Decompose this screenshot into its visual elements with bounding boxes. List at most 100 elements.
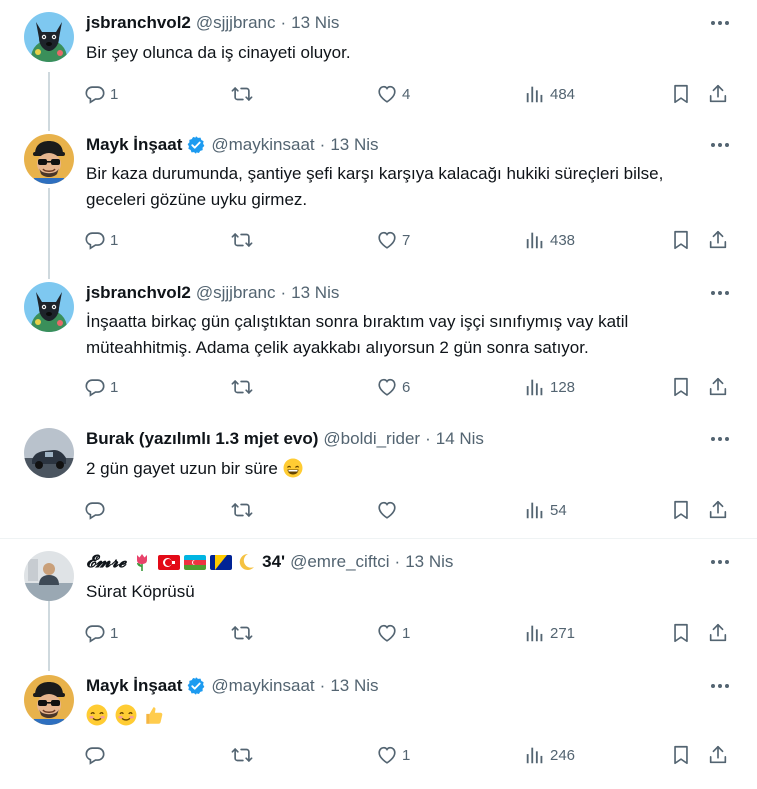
- tweet-text: [86, 704, 726, 730]
- like-button[interactable]: 7: [376, 228, 410, 252]
- like-button[interactable]: 6: [376, 375, 410, 399]
- like-icon: [376, 744, 398, 766]
- share-button[interactable]: [707, 228, 729, 252]
- author-handle[interactable]: @sjjjbranc: [196, 13, 276, 33]
- author-handle[interactable]: @emre_ciftci: [290, 552, 389, 572]
- author-name-suffix[interactable]: 34': [262, 552, 285, 572]
- share-button[interactable]: [707, 621, 729, 645]
- views-icon: [524, 622, 546, 644]
- timestamp[interactable]: 13 Nis: [405, 552, 453, 572]
- share-icon: [707, 229, 729, 251]
- author-handle[interactable]: @maykinsaat: [211, 676, 314, 696]
- azerbaijan-flag-icon: [184, 554, 207, 570]
- like-count: 1: [402, 624, 411, 642]
- timestamp[interactable]: 13 Nis: [330, 135, 378, 155]
- share-icon: [707, 499, 729, 521]
- bookmark-icon: [670, 499, 692, 521]
- share-icon: [707, 744, 729, 766]
- timestamp[interactable]: 13 Nis: [291, 283, 339, 303]
- share-button[interactable]: [707, 375, 729, 399]
- reply-icon: [84, 83, 106, 105]
- reply-button[interactable]: [84, 498, 110, 522]
- avatar[interactable]: [24, 134, 74, 184]
- timestamp[interactable]: 13 Nis: [291, 13, 339, 33]
- avatar[interactable]: [24, 551, 74, 601]
- author-name[interactable]: Mayk İnşaat: [86, 135, 182, 155]
- reply-count: 1: [110, 378, 119, 396]
- bookmark-icon: [670, 376, 692, 398]
- more-icon[interactable]: [705, 430, 735, 448]
- retweet-button[interactable]: [231, 743, 257, 767]
- views-icon: [524, 83, 546, 105]
- views-button[interactable]: 438: [524, 228, 575, 252]
- author-name[interactable]: jsbranchvol2: [86, 13, 191, 33]
- bookmark-button[interactable]: [670, 743, 692, 767]
- thread-divider: [0, 538, 757, 539]
- view-count: 271: [550, 624, 576, 642]
- retweet-button[interactable]: [231, 82, 257, 106]
- timestamp[interactable]: 14 Nis: [436, 429, 484, 449]
- like-button[interactable]: [376, 498, 402, 522]
- like-button[interactable]: 4: [376, 82, 410, 106]
- author-handle[interactable]: @boldi_rider: [323, 429, 420, 449]
- avatar[interactable]: [24, 428, 74, 478]
- like-button[interactable]: 1: [376, 743, 410, 767]
- like-icon: [376, 499, 398, 521]
- reply-button[interactable]: 1: [84, 375, 118, 399]
- author-name[interactable]: 𝓔𝓶𝓻𝓮: [86, 552, 126, 572]
- retweet-button[interactable]: [231, 228, 257, 252]
- timestamp[interactable]: 13 Nis: [330, 676, 378, 696]
- like-count: 4: [402, 85, 411, 103]
- avatar[interactable]: [24, 282, 74, 332]
- like-count: 7: [402, 231, 411, 249]
- avatar[interactable]: [24, 675, 74, 725]
- action-bar: 1 4 484: [84, 82, 744, 106]
- bookmark-icon: [670, 83, 692, 105]
- reply-count: 1: [110, 85, 119, 103]
- separator-dot: ·: [319, 676, 326, 695]
- action-bar: 54: [84, 498, 744, 522]
- author-handle[interactable]: @maykinsaat: [211, 135, 314, 155]
- views-button[interactable]: 246: [524, 743, 575, 767]
- tweet-text: İnşaatta birkaç gün çalıştıktan sonra bı…: [86, 312, 629, 357]
- view-count: 54: [550, 501, 567, 519]
- share-button[interactable]: [707, 743, 729, 767]
- reply-button[interactable]: [84, 743, 110, 767]
- retweet-button[interactable]: [231, 621, 257, 645]
- views-button[interactable]: 484: [524, 82, 575, 106]
- retweet-icon: [231, 744, 253, 766]
- bookmark-button[interactable]: [670, 621, 692, 645]
- like-button[interactable]: 1: [376, 621, 410, 645]
- more-icon[interactable]: [705, 136, 735, 154]
- bookmark-button[interactable]: [670, 228, 692, 252]
- more-icon[interactable]: [705, 677, 735, 695]
- views-button[interactable]: 128: [524, 375, 575, 399]
- avatar[interactable]: [24, 12, 74, 62]
- retweet-icon: [231, 83, 253, 105]
- view-count: 246: [550, 746, 576, 764]
- bookmark-button[interactable]: [670, 82, 692, 106]
- view-count: 128: [550, 378, 576, 396]
- author-handle[interactable]: @sjjjbranc: [196, 283, 276, 303]
- like-count: 6: [402, 378, 411, 396]
- bookmark-icon: [670, 622, 692, 644]
- share-button[interactable]: [707, 82, 729, 106]
- views-button[interactable]: 54: [524, 498, 567, 522]
- views-button[interactable]: 271: [524, 621, 575, 645]
- author-name[interactable]: Burak (yazılımlı 1.3 mjet evo): [86, 429, 318, 449]
- more-icon[interactable]: [705, 14, 735, 32]
- retweet-button[interactable]: [231, 375, 257, 399]
- views-icon: [524, 376, 546, 398]
- more-icon[interactable]: [705, 284, 735, 302]
- reply-icon: [84, 229, 106, 251]
- bookmark-button[interactable]: [670, 498, 692, 522]
- reply-button[interactable]: 1: [84, 82, 118, 106]
- reply-button[interactable]: 1: [84, 228, 118, 252]
- author-name[interactable]: Mayk İnşaat: [86, 676, 182, 696]
- more-icon[interactable]: [705, 553, 735, 571]
- retweet-button[interactable]: [231, 498, 257, 522]
- reply-button[interactable]: 1: [84, 621, 118, 645]
- share-button[interactable]: [707, 498, 729, 522]
- bookmark-button[interactable]: [670, 375, 692, 399]
- author-name[interactable]: jsbranchvol2: [86, 283, 191, 303]
